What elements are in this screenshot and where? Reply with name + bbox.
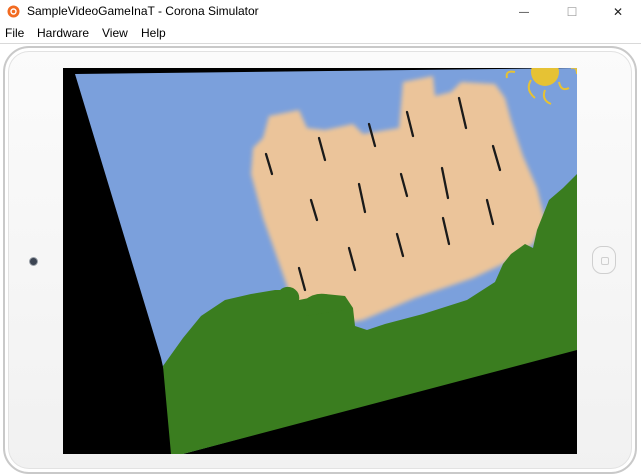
simulator-screen[interactable]	[63, 68, 577, 454]
window-title: SampleVideoGameInaT - Corona Simulator	[27, 4, 259, 18]
game-scene	[75, 68, 577, 454]
corona-app-icon[interactable]	[7, 5, 20, 18]
maximize-button[interactable]: ☐	[549, 0, 595, 24]
camera-icon	[29, 257, 38, 266]
menu-help[interactable]: Help	[141, 26, 166, 40]
menu-separator	[0, 43, 641, 44]
title-bar: SampleVideoGameInaT - Corona Simulator —…	[0, 0, 641, 24]
menu-view[interactable]: View	[102, 26, 128, 40]
menu-file[interactable]: File	[5, 26, 24, 40]
menu-bar: File Hardware View Help	[0, 24, 641, 43]
close-icon: ✕	[612, 5, 624, 19]
close-button[interactable]: ✕	[595, 0, 641, 24]
minimize-icon: —	[519, 6, 529, 18]
maximize-icon: ☐	[566, 5, 578, 19]
minimize-button[interactable]: —	[501, 0, 547, 24]
home-button-icon[interactable]	[592, 246, 616, 274]
menu-hardware[interactable]: Hardware	[37, 26, 89, 40]
